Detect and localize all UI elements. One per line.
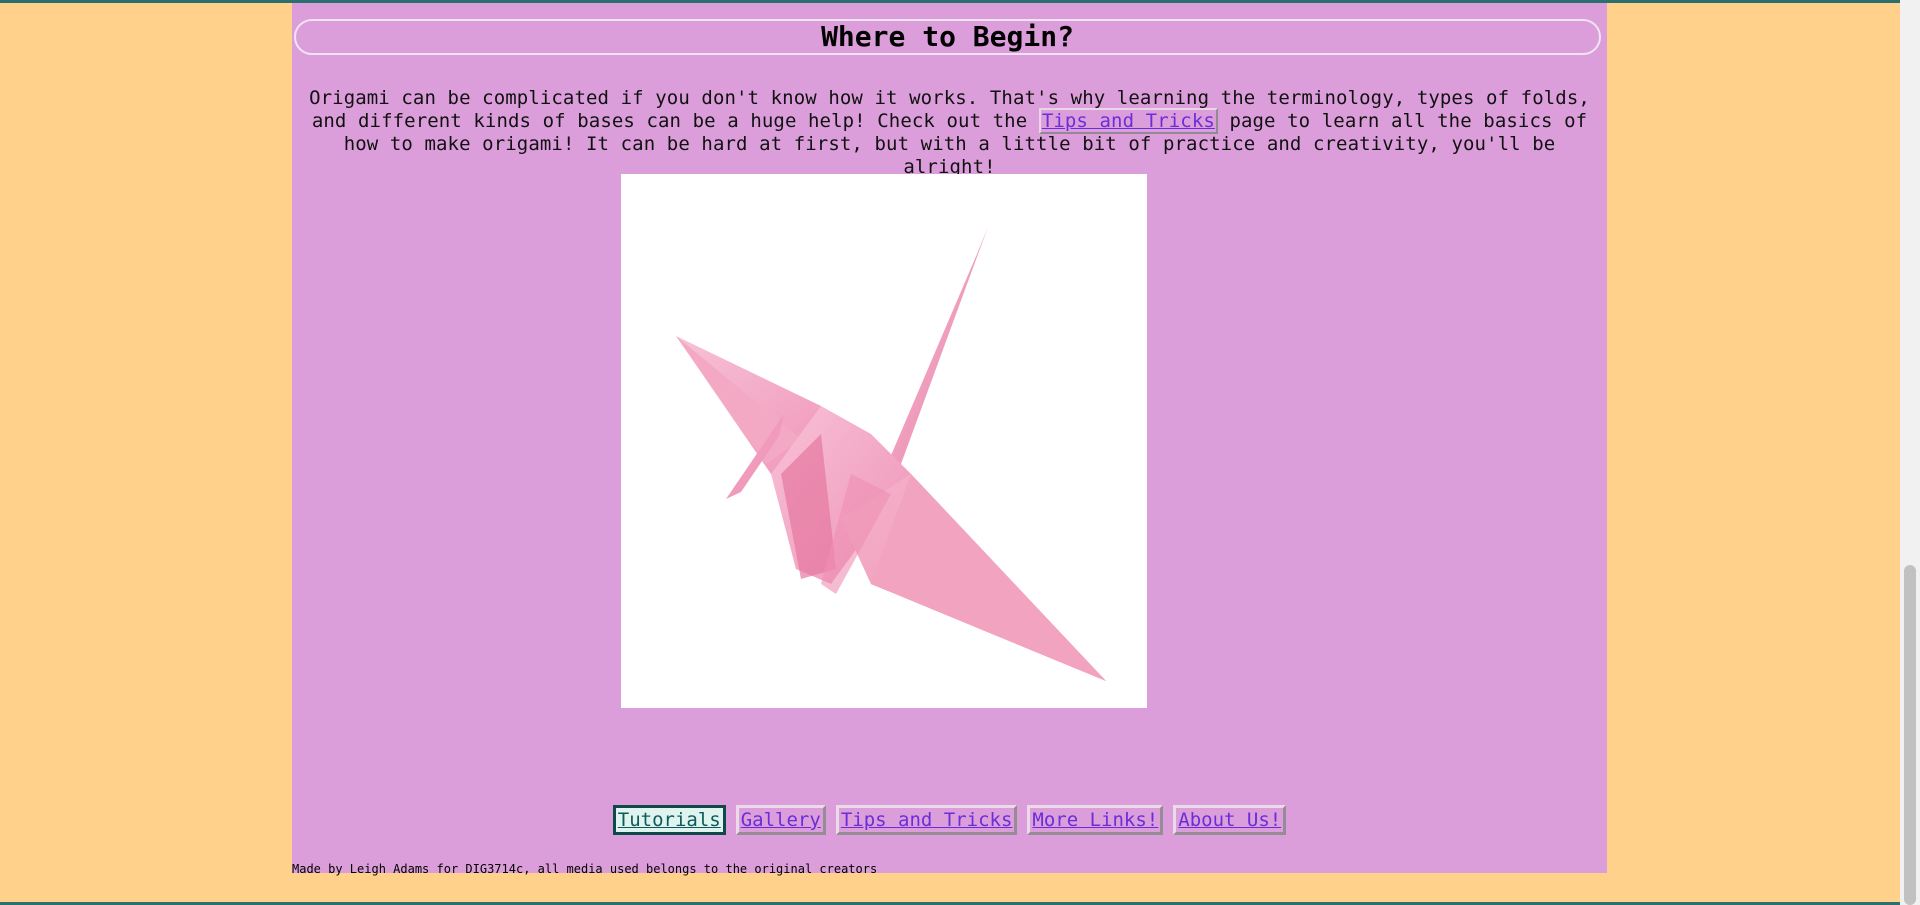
footer-navigation: Tutorials Gallery Tips and Tricks More Link… — [292, 805, 1607, 835]
section-title-bar: Where to Begin? — [294, 19, 1601, 55]
scrollbar-thumb[interactable] — [1904, 565, 1916, 905]
nav-more-links[interactable]: More Links! — [1027, 805, 1164, 835]
crane-illustration — [676, 227, 1106, 681]
credits-footer: Made by Leigh Adams for DIG3714c, all me… — [292, 862, 878, 876]
tips-and-tricks-link[interactable]: Tips and Tricks — [1038, 108, 1218, 134]
intro-paragraph: Origami can be complicated if you don't … — [292, 87, 1607, 179]
nav-tutorials[interactable]: Tutorials — [612, 805, 726, 835]
nav-gallery[interactable]: Gallery — [735, 805, 826, 835]
nav-about-us[interactable]: About Us! — [1173, 805, 1287, 835]
nav-tips-and-tricks[interactable]: Tips and Tricks — [835, 805, 1018, 835]
content-panel: Where to Begin? Origami can be complicat… — [292, 3, 1607, 876]
page-title: Where to Begin? — [821, 20, 1074, 53]
crane-neck — [883, 227, 988, 474]
vertical-scrollbar[interactable] — [1900, 0, 1920, 905]
origami-crane-image — [621, 174, 1147, 708]
